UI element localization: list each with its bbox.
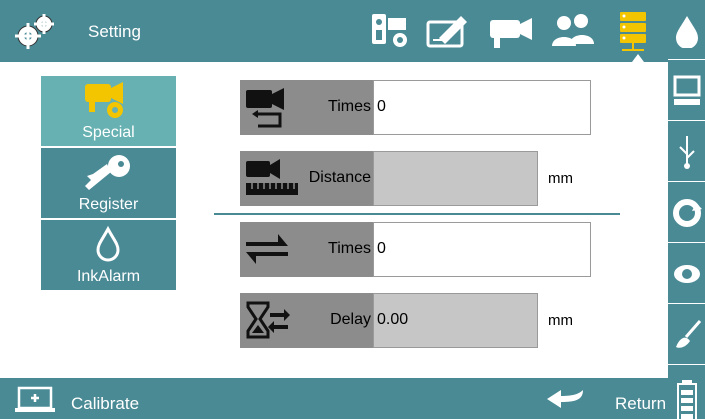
row-label: Distance [308,169,371,186]
times-input[interactable]: 0 [373,222,591,277]
pen-card-icon[interactable] [425,10,471,52]
row-label-box: Delay [240,293,373,348]
row-label-box: Times [240,222,373,277]
page-title: Setting [88,22,141,41]
swap-arrows-icon [246,234,288,264]
ink-drop-icon[interactable] [668,0,705,60]
tab-special-label: Special [82,124,135,141]
distance-input[interactable] [373,151,538,206]
brush-icon[interactable] [668,305,705,365]
top-bar: Setting [0,0,668,62]
keys-icon [85,155,130,190]
times-input[interactable]: 0 [373,80,591,135]
row-label-box: Times [240,80,373,135]
return-arrow-icon[interactable] [545,388,585,410]
monitor-icon[interactable] [668,61,705,121]
camera-ruler-icon [246,159,298,195]
tab-special[interactable]: Special [41,76,176,146]
right-sidebar [668,0,705,419]
tab-inkalarm[interactable]: InkAlarm [41,220,176,290]
bottom-bar: Calibrate Return [0,378,668,419]
battery-icon[interactable] [668,366,705,419]
unit-label: mm [548,312,573,329]
delay-input[interactable]: 0.00 [373,293,538,348]
tab-register-label: Register [78,196,139,213]
ink-drop-icon [96,226,120,262]
users-icon[interactable] [550,10,596,52]
row-label: Delay [330,311,371,328]
row-label: Times [328,98,371,115]
return-button[interactable]: Return [615,394,666,414]
eye-icon[interactable] [668,244,705,304]
row-label-box: Distance [240,151,373,206]
tab-inkalarm-label: InkAlarm [76,268,141,285]
unit-label: mm [548,170,573,187]
calibrate-button[interactable]: Calibrate [71,394,139,414]
camera-icon[interactable] [488,10,534,52]
refresh-icon[interactable] [668,183,705,243]
settings-gear-icon [15,14,54,49]
row-label: Times [328,240,371,257]
section-divider [214,213,620,215]
camera-cycle-icon [246,88,284,128]
hourglass-arrows-icon [246,301,290,339]
calibrate-icon[interactable] [14,384,56,414]
usb-icon[interactable] [668,122,705,182]
camera-gear-icon [85,82,123,118]
tab-register[interactable]: Register [41,148,176,218]
server-icon[interactable] [614,10,660,62]
camera-gear-icon[interactable] [368,10,414,52]
